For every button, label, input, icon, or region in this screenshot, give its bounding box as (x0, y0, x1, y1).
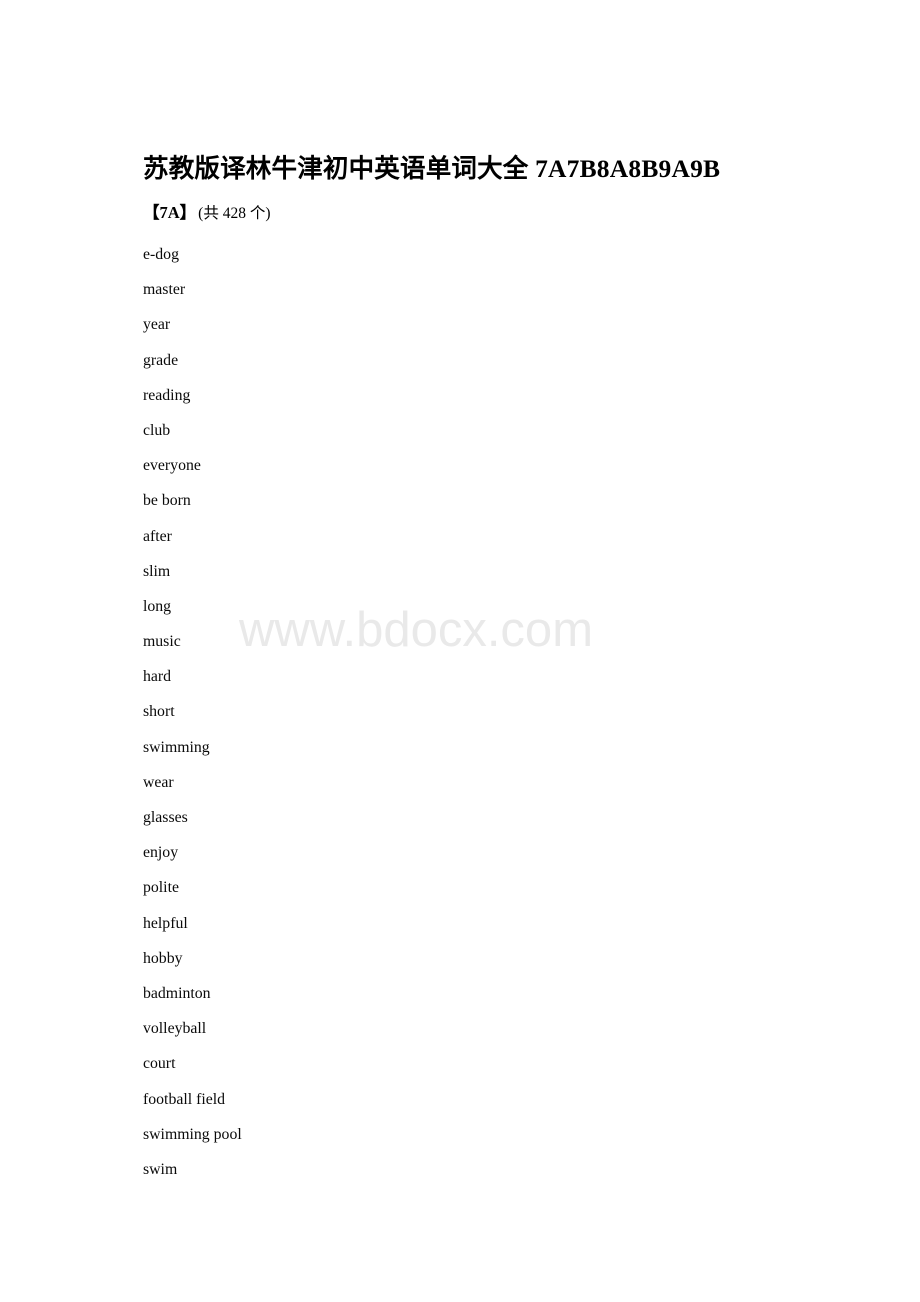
word-list-item: swim (143, 1160, 178, 1178)
word-list-item: wear (143, 773, 174, 791)
word-list-item: after (143, 527, 172, 545)
page-title-chinese: 苏教版译林牛津初中英语单词大全 (143, 154, 536, 183)
word-list-item: swimming pool (143, 1125, 242, 1143)
word-list-item: be born (143, 492, 191, 510)
vocabulary-word-list: e-dog master year grade reading club everyone b… (143, 237, 803, 1187)
word-list-item: everyone (143, 457, 201, 475)
word-list-item: e-dog (143, 246, 179, 263)
word-list-item: football field (143, 1090, 226, 1108)
word-list-item: helpful (143, 914, 188, 932)
word-list-item: year (143, 316, 171, 334)
word-list-item: master (143, 281, 186, 299)
word-list-item: short (143, 703, 175, 721)
word-list-item: club (143, 421, 171, 439)
word-list-item: slim (143, 562, 171, 580)
word-list-item: glasses (143, 809, 188, 826)
word-list-item: volleyball (143, 1020, 207, 1038)
word-list-item: long (143, 597, 172, 615)
document-page: www.bdocx.com 苏教版译林牛津初中英语单词大全 7A7B8A8B9A… (0, 0, 920, 1302)
word-list-item: enjoy (143, 844, 179, 862)
word-list-item: badminton (143, 984, 211, 1002)
section-heading: 【7A】 (共 428 个) (143, 200, 271, 227)
word-list-item: grade (143, 351, 179, 369)
page-title: 苏教版译林牛津初中英语单词大全 7A7B8A8B9A9B (143, 152, 720, 186)
word-list-item: polite (143, 879, 179, 897)
page-title-grade-codes: 7A7B8A8B9A9B (535, 154, 721, 183)
section-word-count: (共 428 个) (198, 205, 271, 222)
word-list-item: swimming (143, 738, 210, 756)
word-list-item: hard (143, 668, 172, 686)
word-list-item: reading (143, 386, 191, 404)
word-list-item: court (143, 1055, 176, 1073)
word-list-item: hobby (143, 949, 183, 967)
section-label: 【7A】 (143, 203, 197, 222)
word-list-item: music (143, 633, 181, 651)
